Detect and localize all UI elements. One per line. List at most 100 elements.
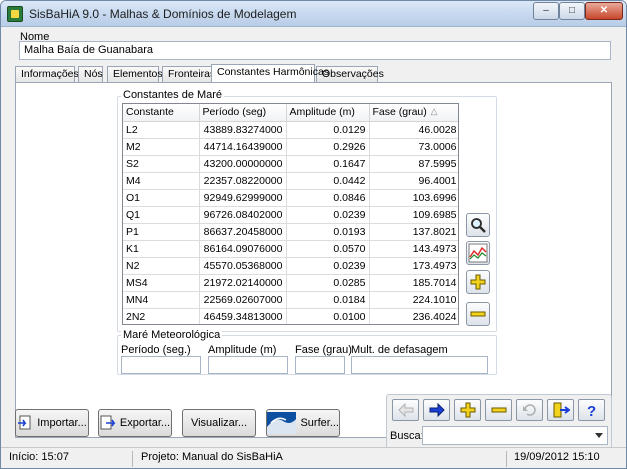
- cell-amplitude[interactable]: 0.1647: [286, 155, 370, 173]
- cell-constante[interactable]: MS4: [123, 274, 200, 292]
- sort-ascending-icon: △: [430, 106, 438, 116]
- minimize-button[interactable]: ‒: [533, 2, 559, 20]
- cell-constante[interactable]: P1: [123, 223, 200, 241]
- tab-fronteiras[interactable]: Fronteiras: [162, 66, 215, 82]
- table-row[interactable]: M4 22357.08220000 0.0442 96.4001: [123, 172, 458, 190]
- cell-periodo[interactable]: 45570.05368000: [199, 257, 287, 275]
- title-bar[interactable]: SisBaHiA 9.0 - Malhas & Domínios de Mode…: [1, 1, 626, 27]
- table-row[interactable]: M2 44714.16439000 0.2926 73.0006: [123, 138, 458, 156]
- add-row-button[interactable]: [466, 270, 490, 294]
- cell-fase[interactable]: 173.4973: [369, 257, 458, 275]
- cell-amplitude[interactable]: 0.0285: [286, 274, 370, 292]
- cell-fase[interactable]: 103.6996: [369, 189, 458, 207]
- cell-amplitude[interactable]: 0.0193: [286, 223, 370, 241]
- periodo-input[interactable]: [121, 356, 201, 374]
- table-row[interactable]: L2 43889.83274000 0.0129 46.0028: [123, 121, 458, 139]
- cell-constante[interactable]: O1: [123, 189, 200, 207]
- table-row[interactable]: 2N2 46459.34813000 0.0100 236.4024: [123, 308, 458, 324]
- column-header-fase[interactable]: Fase (grau) △: [369, 104, 458, 122]
- cell-fase[interactable]: 73.0006: [369, 138, 458, 156]
- column-header-constante[interactable]: Constante: [123, 104, 200, 122]
- cell-amplitude[interactable]: 0.0442: [286, 172, 370, 190]
- cell-amplitude[interactable]: 0.0570: [286, 240, 370, 258]
- importar-button[interactable]: Importar...: [15, 409, 89, 437]
- tab-elementos[interactable]: Elementos: [107, 66, 163, 82]
- cell-periodo[interactable]: 22569.02607000: [199, 291, 287, 309]
- column-header-amplitude[interactable]: Amplitude (m): [286, 104, 370, 122]
- cell-fase[interactable]: 236.4024: [369, 308, 458, 324]
- exit-button[interactable]: [547, 399, 574, 421]
- cell-periodo[interactable]: 43889.83274000: [199, 121, 287, 139]
- busca-select[interactable]: [422, 426, 608, 445]
- search-button[interactable]: [466, 213, 490, 237]
- cell-constante[interactable]: 2N2: [123, 308, 200, 324]
- nav-remove-button[interactable]: [485, 399, 512, 421]
- forward-button[interactable]: [423, 399, 450, 421]
- app-icon: [7, 6, 23, 22]
- surfer-button[interactable]: Surfer...: [266, 409, 340, 437]
- exportar-button[interactable]: Exportar...: [98, 409, 172, 437]
- cell-constante[interactable]: M2: [123, 138, 200, 156]
- cell-periodo[interactable]: 44714.16439000: [199, 138, 287, 156]
- cell-amplitude[interactable]: 0.0239: [286, 206, 370, 224]
- cell-constante[interactable]: M4: [123, 172, 200, 190]
- tab-nos[interactable]: Nós: [78, 66, 103, 82]
- cell-amplitude[interactable]: 0.0100: [286, 308, 370, 324]
- cell-periodo[interactable]: 21972.02140000: [199, 274, 287, 292]
- table-row[interactable]: Q1 96726.08402000 0.0239 109.6985: [123, 206, 458, 224]
- cell-amplitude[interactable]: 0.0129: [286, 121, 370, 139]
- cell-amplitude[interactable]: 0.0239: [286, 257, 370, 275]
- table-row[interactable]: P1 86637.20458000 0.0193 137.8021: [123, 223, 458, 241]
- cell-amplitude[interactable]: 0.2926: [286, 138, 370, 156]
- table-row[interactable]: MN4 22569.02607000 0.0184 224.1010: [123, 291, 458, 309]
- tab-informacoes[interactable]: Informações: [15, 66, 79, 82]
- cell-fase[interactable]: 185.7014: [369, 274, 458, 292]
- table-row[interactable]: N2 45570.05368000 0.0239 173.4973: [123, 257, 458, 275]
- window-title: SisBaHiA 9.0 - Malhas & Domínios de Mode…: [29, 7, 297, 21]
- fase-input[interactable]: [295, 356, 345, 374]
- cell-constante[interactable]: L2: [123, 121, 200, 139]
- cell-fase[interactable]: 87.5995: [369, 155, 458, 173]
- cell-fase[interactable]: 224.1010: [369, 291, 458, 309]
- chart-button[interactable]: [466, 241, 490, 265]
- cell-amplitude[interactable]: 0.0184: [286, 291, 370, 309]
- cell-constante[interactable]: K1: [123, 240, 200, 258]
- cell-periodo[interactable]: 96726.08402000: [199, 206, 287, 224]
- undo-button[interactable]: [516, 399, 543, 421]
- column-header-periodo[interactable]: Período (seg): [199, 104, 287, 122]
- help-button[interactable]: ?: [578, 399, 605, 421]
- cell-constante[interactable]: S2: [123, 155, 200, 173]
- chevron-down-icon: [595, 433, 603, 438]
- cell-constante[interactable]: Q1: [123, 206, 200, 224]
- cell-fase[interactable]: 96.4001: [369, 172, 458, 190]
- table-row[interactable]: O1 92949.62999000 0.0846 103.6996: [123, 189, 458, 207]
- table-row[interactable]: S2 43200.00000000 0.1647 87.5995: [123, 155, 458, 173]
- table-row[interactable]: MS4 21972.02140000 0.0285 185.7014: [123, 274, 458, 292]
- amplitude-input[interactable]: [208, 356, 288, 374]
- visualizar-button[interactable]: Visualizar...: [182, 409, 256, 437]
- cell-periodo[interactable]: 86637.20458000: [199, 223, 287, 241]
- cell-fase[interactable]: 46.0028: [369, 121, 458, 139]
- nome-input[interactable]: Malha Baía de Guanabara: [19, 41, 611, 60]
- cell-constante[interactable]: N2: [123, 257, 200, 275]
- tab-constantes-harmonicas[interactable]: Constantes Harmônicas: [211, 64, 329, 82]
- close-button[interactable]: ✕: [585, 2, 623, 20]
- back-button[interactable]: [392, 399, 419, 421]
- cell-amplitude[interactable]: 0.0846: [286, 189, 370, 207]
- table-row[interactable]: K1 86164.09076000 0.0570 143.4973: [123, 240, 458, 258]
- cell-periodo[interactable]: 92949.62999000: [199, 189, 287, 207]
- maximize-button[interactable]: □: [559, 2, 585, 20]
- cell-periodo[interactable]: 86164.09076000: [199, 240, 287, 258]
- mult-defasagem-input[interactable]: [351, 356, 488, 374]
- cell-fase[interactable]: 137.8021: [369, 223, 458, 241]
- constantes-table[interactable]: Constante Período (seg) Amplitude (m) Fa…: [122, 103, 459, 325]
- cell-fase[interactable]: 143.4973: [369, 240, 458, 258]
- cell-periodo[interactable]: 22357.08220000: [199, 172, 287, 190]
- cell-constante[interactable]: MN4: [123, 291, 200, 309]
- cell-fase[interactable]: 109.6985: [369, 206, 458, 224]
- cell-periodo[interactable]: 46459.34813000: [199, 308, 287, 324]
- cell-periodo[interactable]: 43200.00000000: [199, 155, 287, 173]
- nav-add-button[interactable]: [454, 399, 481, 421]
- remove-icon: [491, 407, 506, 413]
- remove-row-button[interactable]: [466, 302, 490, 326]
